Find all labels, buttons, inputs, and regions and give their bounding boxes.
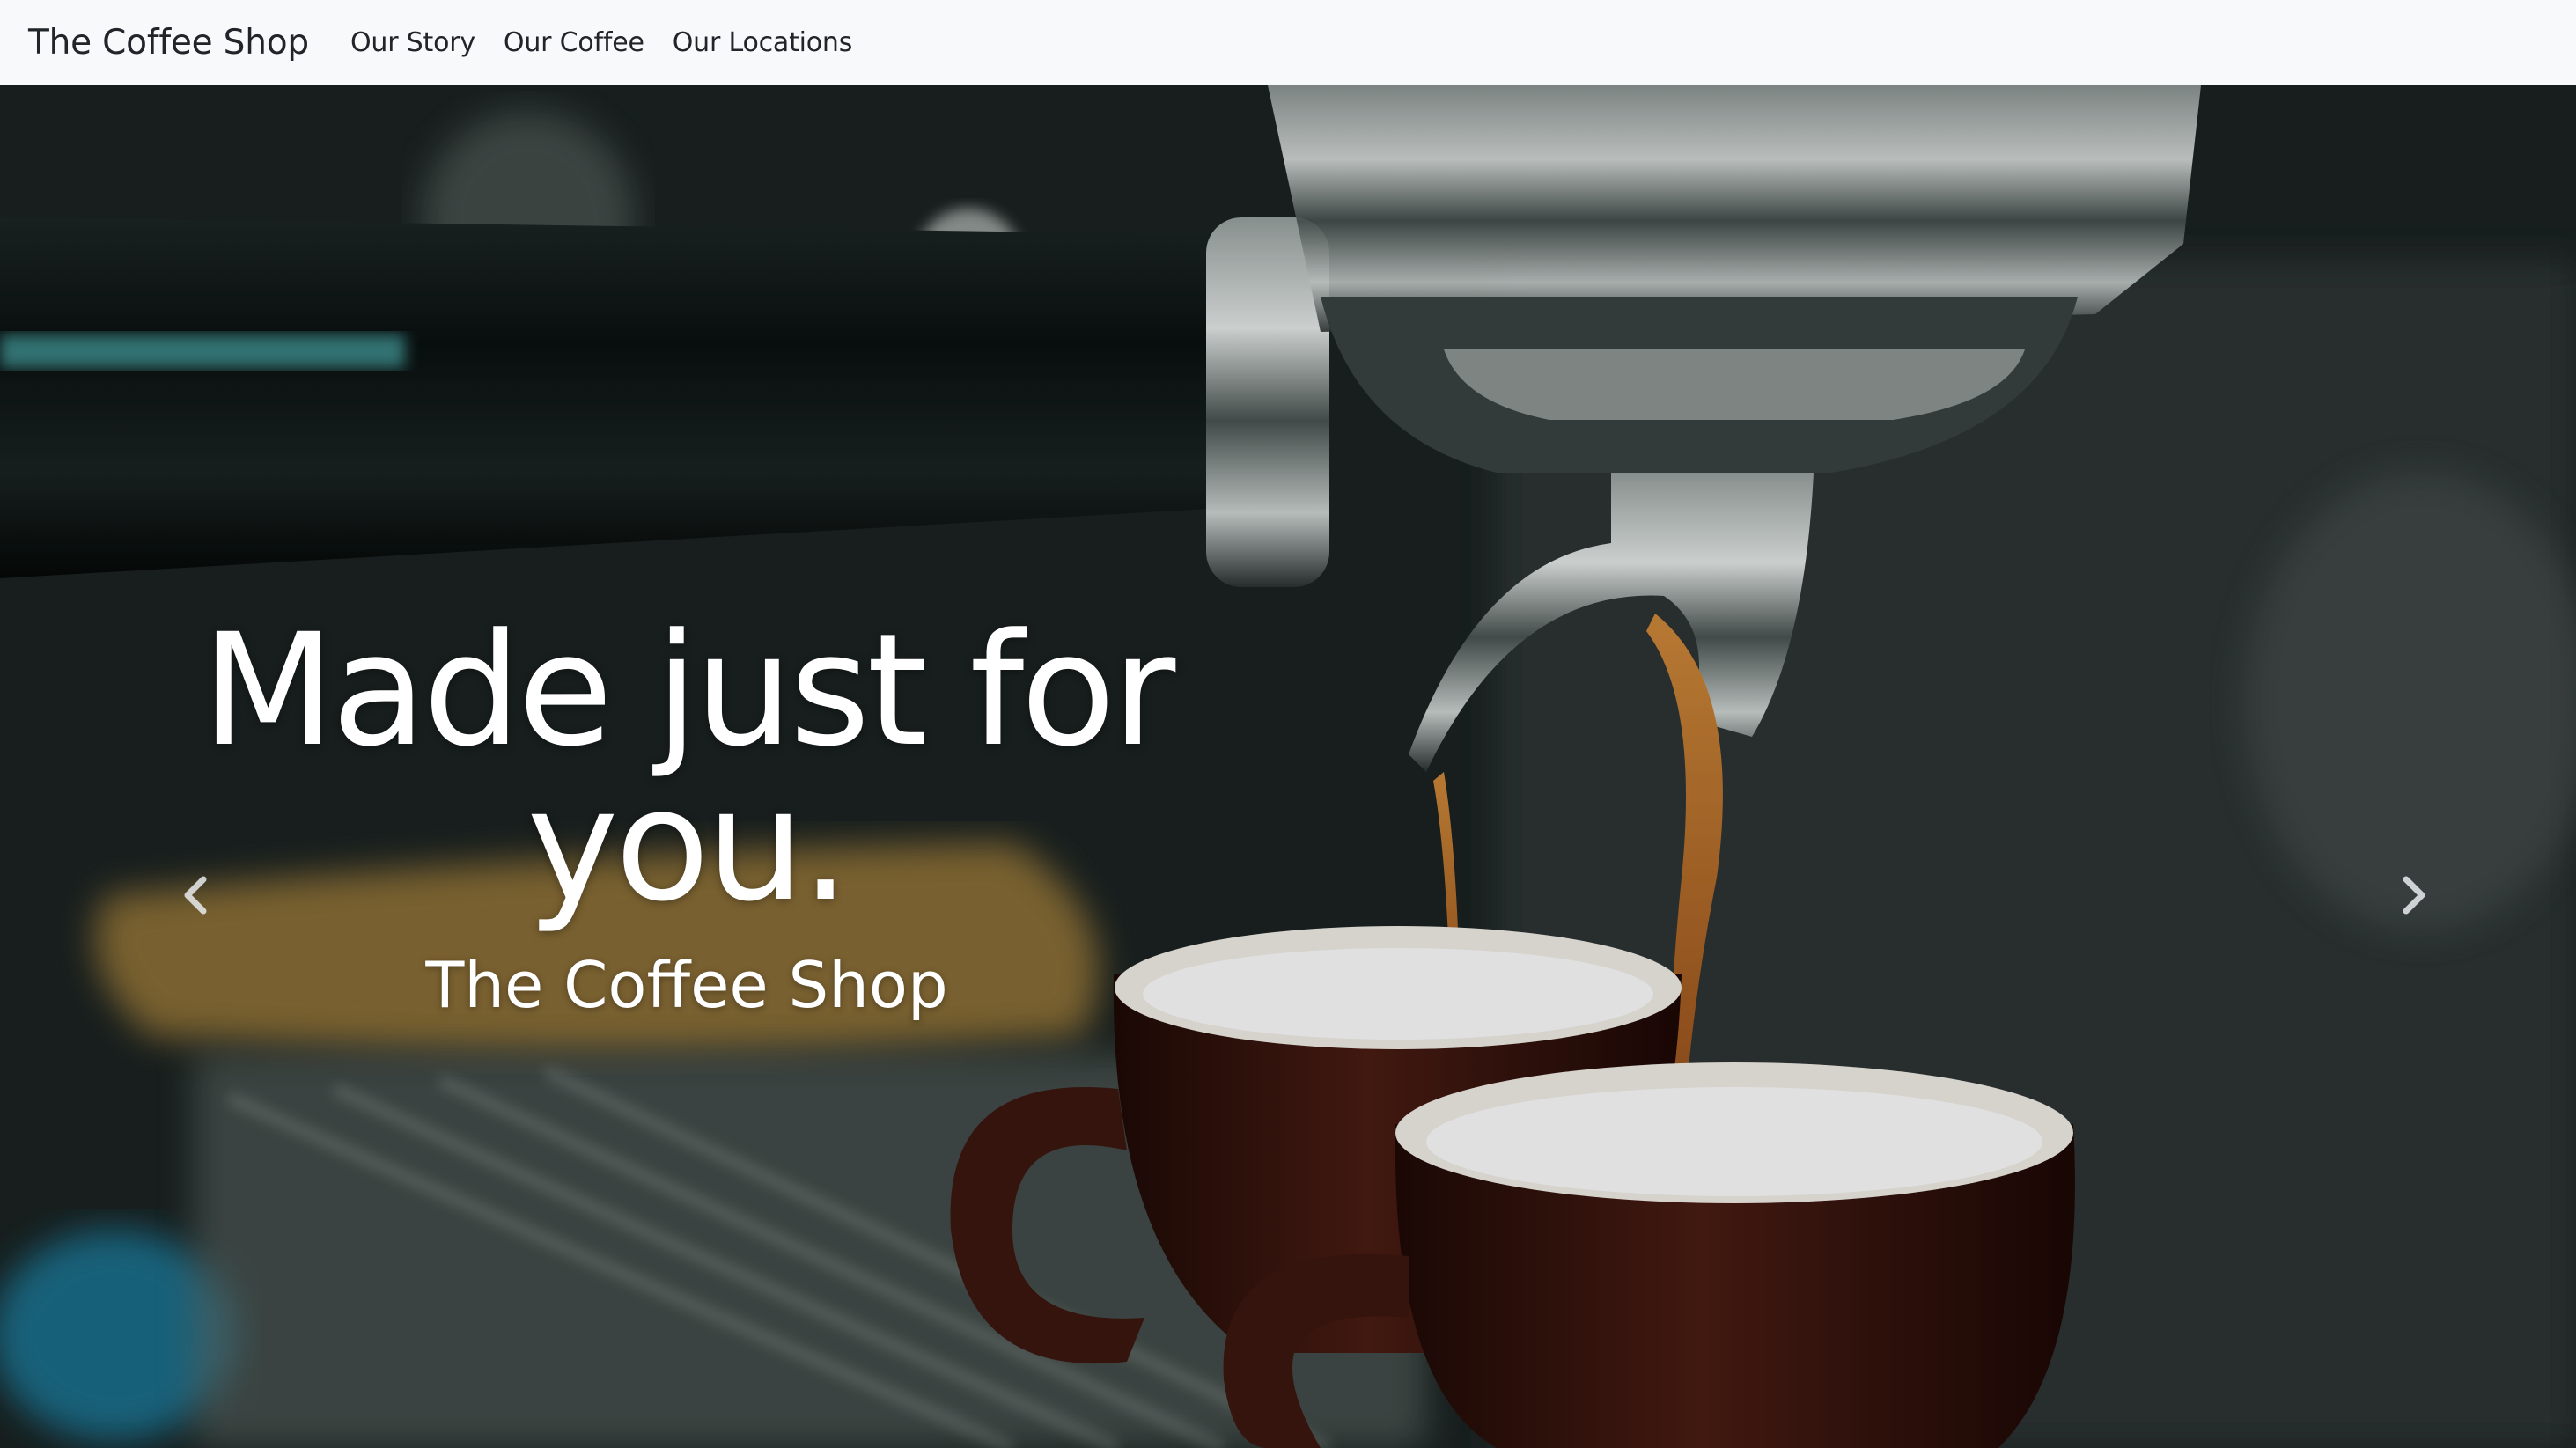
chevron-left-icon	[184, 876, 207, 915]
nav-link-our-locations[interactable]: Our Locations	[673, 27, 853, 58]
hero-title: Made just for you.	[201, 600, 1176, 936]
nav-link-our-coffee[interactable]: Our Coffee	[504, 27, 644, 58]
hero-subtitle: The Coffee Shop	[425, 948, 948, 1022]
hero-carousel: Made just for you. The Coffee Shop	[0, 85, 2576, 1448]
nav-link-our-story[interactable]: Our Story	[350, 27, 475, 58]
carousel-next-button[interactable]	[2379, 860, 2449, 930]
chevron-right-icon	[2403, 876, 2425, 915]
nav-links: Our Story Our Coffee Our Locations	[350, 27, 880, 58]
brand-link[interactable]: The Coffee Shop	[28, 23, 309, 62]
carousel-prev-button[interactable]	[160, 860, 231, 930]
navbar: The Coffee Shop Our Story Our Coffee Our…	[0, 0, 2576, 85]
carousel-caption: Made just for you. The Coffee Shop	[62, 600, 1312, 1022]
